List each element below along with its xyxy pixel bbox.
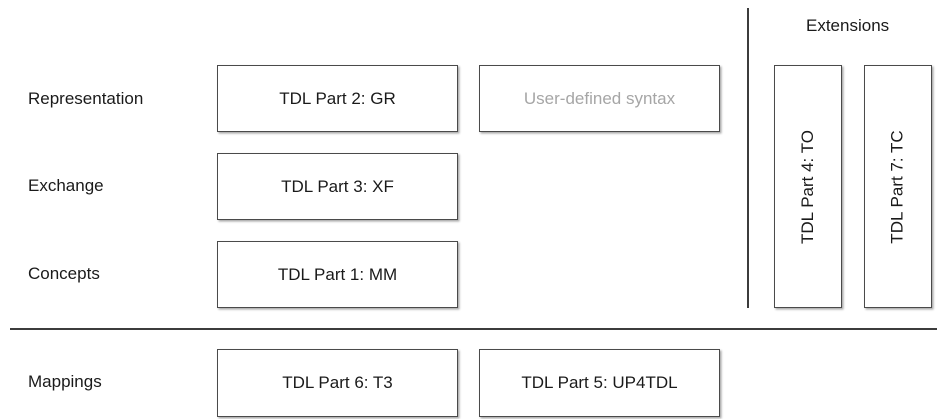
box-part3-xf: TDL Part 3: XF [217, 153, 458, 220]
box-part5-up4tdl-label: TDL Part 5: UP4TDL [521, 373, 678, 392]
box-part7-tc-label: TDL Part 7: TC [888, 129, 907, 244]
box-part4-to: TDL Part 4: TO [774, 65, 842, 308]
box-part2-gr: TDL Part 2: GR [217, 65, 458, 132]
box-part6-t3: TDL Part 6: T3 [217, 349, 458, 417]
row-label-exchange: Exchange [28, 176, 104, 195]
box-part4-to-label: TDL Part 4: TO [798, 129, 818, 244]
box-part5-up4tdl: TDL Part 5: UP4TDL [479, 349, 720, 417]
horizontal-divider [10, 328, 937, 330]
extensions-heading: Extensions [806, 16, 890, 35]
box-part6-t3-label: TDL Part 6: T3 [282, 373, 393, 392]
vertical-divider [747, 8, 749, 308]
box-part7-tc: TDL Part 7: TC [864, 65, 932, 308]
box-user-defined-syntax-label: User-defined syntax [523, 88, 676, 108]
row-label-representation: Representation [28, 89, 144, 108]
box-part1-mm-label: TDL Part 1: MM [277, 264, 398, 284]
box-part3-xf-label: TDL Part 3: XF [281, 176, 394, 196]
box-part2-gr-label: TDL Part 2: GR [279, 88, 396, 108]
row-label-mappings: Mappings [28, 372, 102, 391]
box-part1-mm: TDL Part 1: MM [217, 241, 458, 308]
row-label-concepts: Concepts [28, 264, 100, 283]
box-user-defined-syntax: User-defined syntax [479, 65, 720, 132]
